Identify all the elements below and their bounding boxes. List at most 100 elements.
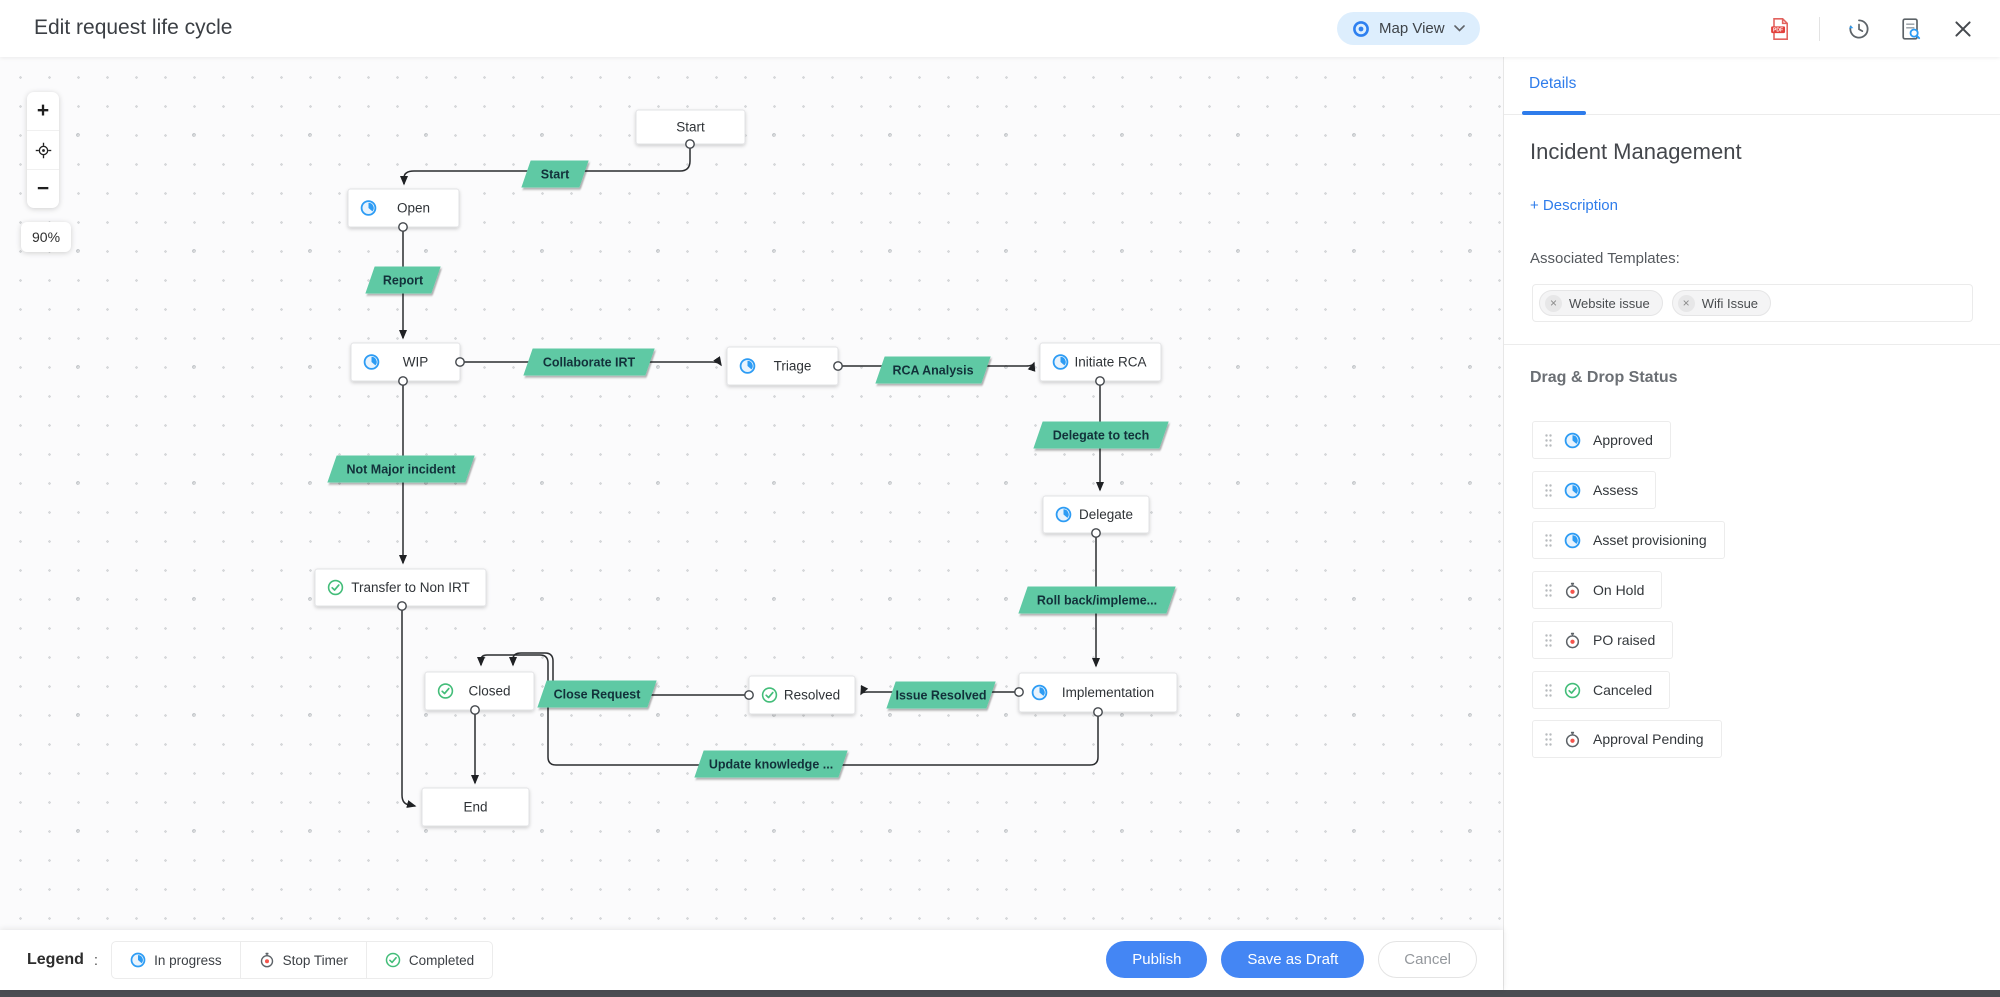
status-item-approved[interactable]: Approved (1532, 421, 1671, 459)
flow-node-transfer-to-non-irt[interactable]: Transfer to Non IRT (314, 568, 487, 607)
flowchart[interactable]: Start Report Collaborate IRT RCA Analysi… (0, 57, 1503, 990)
in-progress-icon (130, 952, 146, 968)
remove-chip-icon[interactable]: × (1677, 294, 1695, 312)
publish-button[interactable]: Publish (1106, 941, 1208, 978)
drag-handle-icon[interactable] (1545, 633, 1552, 647)
close-icon[interactable] (1950, 16, 1976, 42)
connection-port[interactable] (398, 376, 408, 386)
svg-text:Start: Start (676, 120, 705, 135)
edge-label-roll-back-impleme[interactable]: Roll back/impleme... (1018, 586, 1176, 614)
flow-node-wip[interactable]: WIP (350, 342, 461, 382)
map-view-icon (1352, 20, 1370, 38)
status-item-label: Asset provisioning (1593, 532, 1707, 548)
status-item-asset-provisioning[interactable]: Asset provisioning (1532, 521, 1725, 559)
svg-text:End: End (463, 800, 487, 815)
status-item-label: On Hold (1593, 582, 1645, 598)
lifecycle-title: Incident Management (1530, 139, 1742, 164)
flow-node-initiate-rca[interactable]: Initiate RCA (1039, 342, 1162, 382)
export-pdf-icon[interactable]: PDF (1767, 16, 1793, 42)
svg-text:Implementation: Implementation (1062, 685, 1154, 700)
map-view-dropdown[interactable]: Map View (1337, 12, 1480, 45)
svg-text:Initiate RCA: Initiate RCA (1074, 355, 1146, 370)
drag-handle-icon[interactable] (1545, 732, 1552, 746)
associated-templates-label: Associated Templates: (1530, 250, 1680, 267)
connection-port[interactable] (1014, 687, 1024, 697)
stop-timer-icon (1565, 582, 1580, 598)
svg-text:Delegate: Delegate (1079, 507, 1133, 522)
status-item-approval-pending[interactable]: Approval Pending (1532, 720, 1722, 758)
zoom-in-button[interactable]: + (27, 92, 59, 131)
connection-port[interactable] (744, 690, 754, 700)
edge-label-collaborate-irt[interactable]: Collaborate IRT (523, 348, 655, 376)
edge-label-not-major-incident[interactable]: Not Major incident (327, 455, 475, 483)
svg-text:Start: Start (541, 168, 570, 182)
history-icon[interactable] (1846, 16, 1872, 42)
zoom-level-badge: 90% (21, 222, 72, 252)
template-chip-label: Website issue (1569, 295, 1650, 311)
svg-text:Delegate to tech: Delegate to tech (1053, 429, 1150, 443)
flow-node-end[interactable]: End (421, 787, 530, 827)
drag-handle-icon[interactable] (1545, 683, 1552, 697)
status-item-label: Assess (1593, 482, 1639, 498)
remove-chip-icon[interactable]: × (1545, 294, 1562, 312)
flow-node-closed[interactable]: Closed (424, 671, 535, 711)
flow-node-open[interactable]: Open (347, 188, 460, 228)
status-item-po-raised[interactable]: PO raised (1532, 621, 1674, 659)
flow-node-start[interactable]: Start (635, 109, 746, 145)
connection-port[interactable] (1093, 707, 1103, 717)
status-item-on-hold[interactable]: On Hold (1532, 571, 1663, 609)
edge-label-issue-resolved[interactable]: Issue Resolved (886, 681, 996, 709)
status-item-assess[interactable]: Assess (1532, 471, 1657, 509)
drag-drop-status-label: Drag & Drop Status (1530, 369, 1678, 386)
sidebar-divider (1504, 344, 2000, 345)
completed-icon (761, 687, 778, 703)
connection-port[interactable] (1091, 528, 1101, 538)
svg-text:Close Request: Close Request (554, 688, 642, 702)
audit-log-icon[interactable] (1898, 16, 1924, 42)
edge-label-start[interactable]: Start (521, 160, 589, 188)
svg-text:Resolved: Resolved (784, 688, 840, 703)
in-progress-icon (1564, 432, 1581, 448)
connection-port[interactable] (398, 222, 408, 232)
connection-port[interactable] (685, 139, 695, 149)
flow-node-resolved[interactable]: Resolved (748, 675, 856, 715)
templates-box[interactable]: × Website issue × Wifi Issue (1532, 284, 1973, 322)
in-progress-icon (1564, 532, 1581, 548)
window-bottom-edge (0, 990, 2000, 997)
legend-label: Legend (27, 951, 84, 968)
edge-label-report[interactable]: Report (365, 266, 441, 294)
edge-label-rca-analysis[interactable]: RCA Analysis (875, 356, 991, 384)
flow-node-triage[interactable]: Triage (726, 346, 839, 386)
add-description-link[interactable]: + Description (1530, 197, 1618, 214)
connection-port[interactable] (833, 361, 843, 371)
tab-details[interactable]: Details (1529, 75, 1576, 93)
tab-active-underline (1522, 111, 1586, 115)
header-divider (1819, 16, 1820, 41)
edge-label-delegate-to-tech[interactable]: Delegate to tech (1033, 421, 1169, 449)
zoom-out-button[interactable]: − (27, 170, 59, 208)
fit-to-center-button[interactable] (27, 131, 59, 170)
diagram-canvas[interactable]: Start Report Collaborate IRT RCA Analysi… (0, 57, 1503, 990)
crosshair-icon (35, 142, 51, 158)
connection-port[interactable] (397, 601, 407, 611)
drag-handle-icon[interactable] (1545, 483, 1552, 497)
flow-node-delegate[interactable]: Delegate (1042, 495, 1150, 534)
svg-text:Not Major incident: Not Major incident (346, 463, 456, 477)
svg-text:Issue Resolved: Issue Resolved (895, 689, 986, 703)
drag-handle-icon[interactable] (1545, 433, 1552, 447)
connection-port[interactable] (455, 357, 465, 367)
edge-label-close-request[interactable]: Close Request (537, 680, 657, 708)
drag-handle-icon[interactable] (1545, 533, 1552, 547)
legend-item-label: Completed (408, 952, 475, 968)
flow-node-implementation[interactable]: Implementation (1018, 672, 1178, 713)
connection-port[interactable] (470, 705, 480, 715)
connection-port[interactable] (1095, 376, 1105, 386)
status-item-canceled[interactable]: Canceled (1532, 671, 1671, 709)
svg-text:Update knowledge ...: Update knowledge ... (709, 758, 833, 772)
drag-handle-icon[interactable] (1545, 583, 1552, 597)
completed-icon (437, 683, 454, 699)
save-as-draft-button[interactable]: Save as Draft (1221, 941, 1365, 978)
edge-label-update-knowledge[interactable]: Update knowledge ... (694, 750, 848, 778)
cancel-button[interactable]: Cancel (1378, 941, 1477, 978)
edge-transfer-to-non-irt-to-end[interactable] (401, 610, 417, 808)
